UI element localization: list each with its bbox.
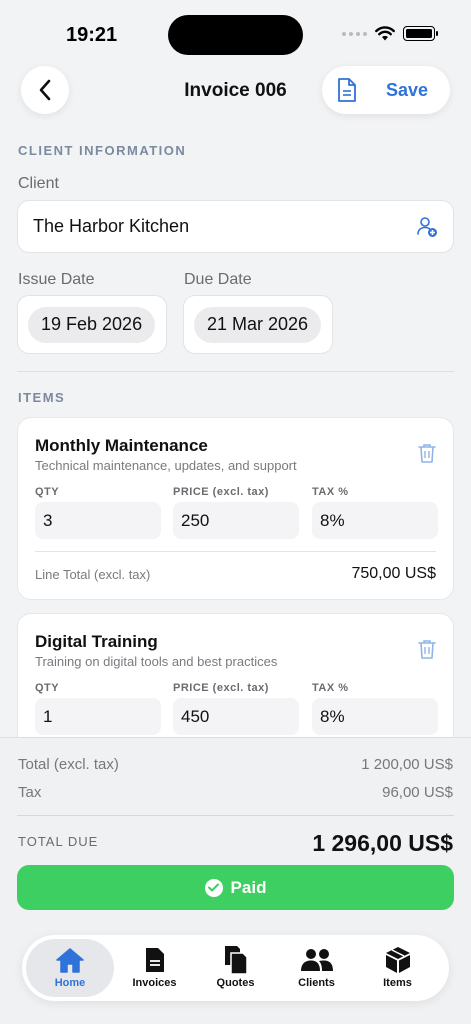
home-icon: [55, 947, 85, 973]
line-total-label: Line Total (excl. tax): [35, 567, 151, 582]
invoice-icon: [144, 947, 166, 973]
tab-bar: Home Invoices Quotes Clients Items: [22, 935, 449, 1001]
total-due-value: 1 296,00 US$: [312, 830, 453, 856]
due-date-field[interactable]: 21 Mar 2026: [183, 295, 333, 354]
signal-icon: [342, 31, 367, 36]
clients-icon: [300, 947, 334, 973]
subtotal-value: 1 200,00 US$: [361, 756, 453, 773]
tax-label: TAX %: [312, 486, 349, 498]
section-divider: [17, 371, 454, 372]
tab-label: Invoices: [132, 977, 177, 989]
item-name: Monthly Maintenance: [35, 436, 208, 455]
subtotal-row: Total (excl. tax) 1 200,00 US$: [18, 756, 453, 773]
subtotal-label: Total (excl. tax): [18, 756, 119, 773]
item-card: Monthly Maintenance Technical maintenanc…: [17, 417, 454, 600]
paid-label: Paid: [230, 877, 267, 897]
due-date-label: Due Date: [184, 271, 252, 288]
status-time: 19:21: [66, 24, 118, 46]
price-input[interactable]: 450: [173, 698, 299, 735]
due-date-value[interactable]: 21 Mar 2026: [194, 306, 322, 343]
item-name: Digital Training: [35, 632, 158, 651]
paid-button[interactable]: Paid: [17, 865, 454, 910]
price-input[interactable]: 250: [173, 502, 299, 539]
tab-label: Clients: [298, 977, 335, 989]
tab-quotes[interactable]: Quotes: [195, 939, 276, 997]
issue-date-value[interactable]: 19 Feb 2026: [28, 306, 156, 343]
tax-summary-label: Tax: [18, 784, 42, 801]
quotes-icon: [223, 946, 249, 975]
items-section-heading: ITEMS: [18, 390, 66, 405]
tab-clients[interactable]: Clients: [276, 939, 357, 997]
save-button[interactable]: Save: [386, 80, 428, 101]
item-description: Technical maintenance, updates, and supp…: [35, 458, 297, 473]
client-field[interactable]: The Harbor Kitchen: [17, 200, 454, 253]
issue-date-field[interactable]: 19 Feb 2026: [17, 295, 167, 354]
price-label: PRICE (excl. tax): [173, 486, 269, 498]
qty-label: QTY: [35, 682, 60, 694]
tab-items[interactable]: Items: [357, 939, 438, 997]
add-user-icon[interactable]: [416, 216, 438, 238]
client-label: Client: [18, 175, 59, 192]
tab-label: Home: [54, 977, 86, 989]
item-description: Training on digital tools and best pract…: [35, 654, 278, 669]
tab-label: Items: [383, 977, 412, 989]
tax-input[interactable]: 8%: [312, 698, 438, 735]
status-bar: 19:21: [0, 0, 471, 66]
price-label: PRICE (excl. tax): [173, 682, 269, 694]
qty-label: QTY: [35, 486, 60, 498]
box-icon: [384, 947, 412, 973]
tab-label: Quotes: [216, 977, 255, 989]
total-due-label: TOTAL DUE: [18, 834, 99, 849]
tab-invoices[interactable]: Invoices: [114, 939, 195, 997]
checkmark-icon: [204, 878, 223, 897]
client-value: The Harbor Kitchen: [33, 216, 190, 236]
status-indicators: [342, 26, 438, 41]
nav-actions: Save: [322, 66, 450, 114]
trash-icon[interactable]: [418, 443, 436, 463]
dynamic-island: [168, 15, 303, 55]
summary-divider: [17, 815, 454, 816]
tax-input[interactable]: 8%: [312, 502, 438, 539]
nav-bar: Invoice 006 Save: [0, 66, 471, 116]
qty-input[interactable]: 1: [35, 698, 161, 735]
client-section-heading: CLIENT INFORMATION: [18, 143, 187, 158]
wifi-icon: [375, 26, 395, 41]
trash-icon[interactable]: [418, 639, 436, 659]
card-divider: [35, 551, 436, 552]
issue-date-label: Issue Date: [18, 271, 95, 288]
tax-label: TAX %: [312, 682, 349, 694]
line-total-value: 750,00 US$: [351, 565, 436, 582]
tab-home[interactable]: Home: [26, 939, 114, 997]
battery-icon: [403, 26, 438, 41]
qty-input[interactable]: 3: [35, 502, 161, 539]
tax-summary-value: 96,00 US$: [382, 784, 453, 801]
tax-row: Tax 96,00 US$: [18, 784, 453, 801]
document-icon[interactable]: [336, 77, 358, 103]
